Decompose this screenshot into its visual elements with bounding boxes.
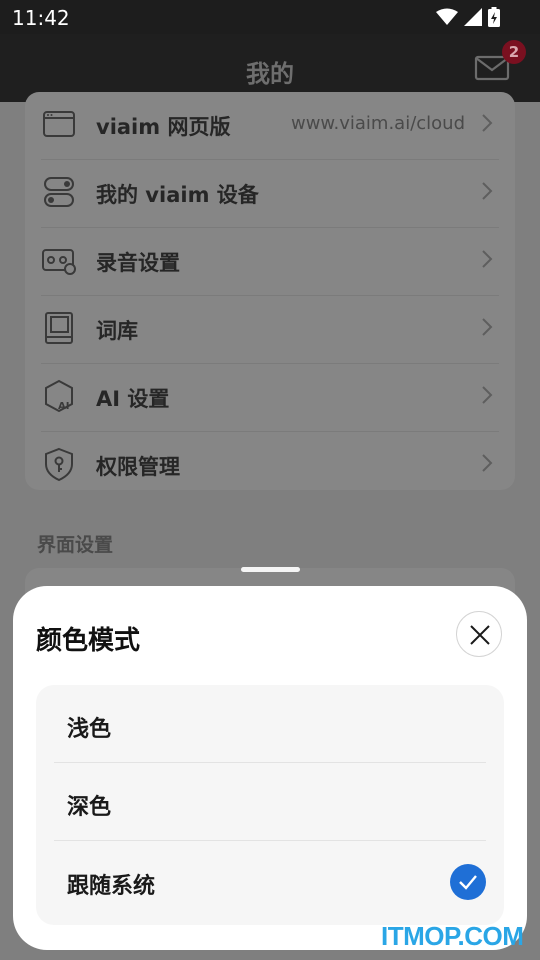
menu-item-label: viaim 网页版 [96,115,231,139]
shield-key-icon [45,447,73,482]
menu-item-lexicon[interactable]: 词库 [41,296,499,364]
unread-badge: 2 [502,40,526,64]
option-follow-system[interactable]: 跟随系统 [36,842,504,920]
option-label: 深色 [67,795,112,820]
menu-item-label: 录音设置 [96,251,180,275]
menu-item-permissions[interactable]: 权限管理 [41,432,499,500]
sheet-drag-handle[interactable] [241,567,300,572]
checkmark-icon [459,875,477,890]
recorder-settings-icon [42,249,76,275]
color-mode-sheet: 颜色模式 浅色 深色 跟随系统 [13,586,527,950]
status-time: 11:42 [12,6,70,30]
chevron-right-icon [482,114,493,132]
cellular-signal-icon [464,8,482,26]
ai-hexagon-icon: AI [45,379,73,413]
status-bar: 11:42 [0,0,540,34]
settings-card: viaim 网页版 www.viaim.ai/cloud 我的 viaim 设备… [25,92,515,490]
chevron-right-icon [482,250,493,268]
system-icons [436,7,500,27]
menu-item-label: 权限管理 [96,455,180,479]
option-label: 浅色 [67,717,112,742]
chevron-right-icon [482,386,493,404]
menu-item-label: 词库 [96,319,138,343]
color-mode-options: 浅色 深色 跟随系统 [36,685,504,925]
option-label: 跟随系统 [67,874,156,899]
svg-text:AI: AI [58,401,69,412]
book-icon [45,312,73,344]
browser-icon [43,111,75,137]
sheet-title: 颜色模式 [36,626,141,656]
divider [54,840,486,841]
menu-item-ai-settings[interactable]: AI AI 设置 [41,364,499,432]
menu-item-label: AI 设置 [96,387,170,411]
toggle-device-icon [44,177,74,207]
menu-item-web[interactable]: viaim 网页版 www.viaim.ai/cloud [41,92,499,160]
option-light[interactable]: 浅色 [36,685,504,763]
close-button[interactable] [456,611,502,657]
battery-charging-icon [488,7,500,27]
menu-item-value: www.viaim.ai/cloud [290,113,465,134]
selected-check [450,864,486,900]
menu-item-devices[interactable]: 我的 viaim 设备 [41,160,499,228]
chevron-right-icon [482,318,493,336]
option-dark[interactable]: 深色 [36,763,504,841]
chevron-right-icon [482,182,493,200]
menu-item-recording-settings[interactable]: 录音设置 [41,228,499,296]
wifi-icon [436,8,458,25]
section-title-interface: 界面设置 [37,534,114,556]
page-title: 我的 [246,60,294,88]
close-icon [470,625,490,645]
menu-item-label: 我的 viaim 设备 [96,183,259,207]
watermark: ITMOP.COM [381,921,524,951]
chevron-right-icon [482,454,493,472]
